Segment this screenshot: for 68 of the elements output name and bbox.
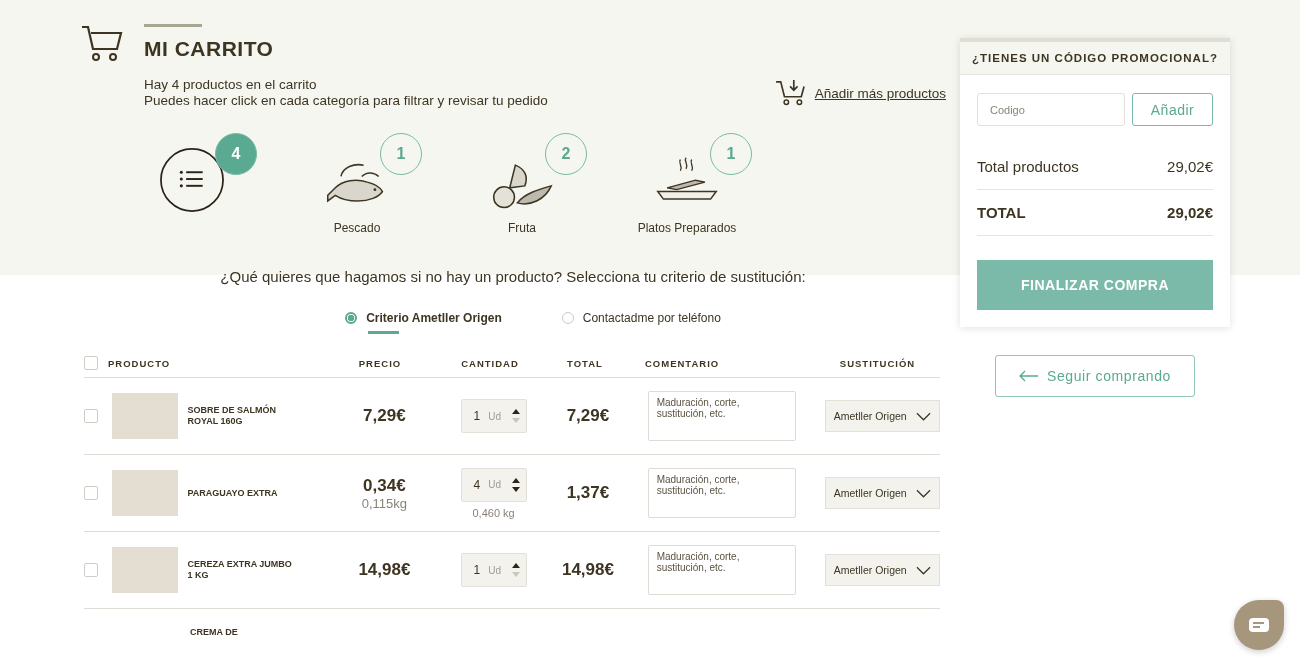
list-icon[interactable]: [159, 147, 225, 213]
row-checkbox[interactable]: [84, 486, 98, 500]
decrement-icon[interactable]: [511, 486, 520, 492]
column-header: TOTAL: [566, 357, 604, 369]
quantity-field[interactable]: 1 Ud: [460, 399, 527, 433]
chat-icon: [1249, 618, 1269, 632]
cart-download-icon: [774, 79, 807, 107]
page-title: MI CARRITO: [144, 37, 275, 61]
product-name[interactable]: SOBRE DE SALMÓN ROYAL 160G: [187, 405, 294, 427]
column-header: PRECIO: [357, 357, 403, 369]
comment-field[interactable]: Maduración, corte, sustitución, etc.: [647, 391, 796, 441]
category-count-badge: 4: [215, 133, 257, 175]
substitution-option[interactable]: Contactadme por teléfono: [561, 311, 721, 334]
chevron-down-icon: [916, 565, 931, 575]
chevron-down-icon: [916, 488, 931, 498]
promo-code-field[interactable]: Codigo: [977, 93, 1125, 126]
select-all-checkbox[interactable]: [84, 356, 98, 370]
category-label[interactable]: Platos Preparados: [637, 221, 737, 235]
cart-summary: Hay 4 productos en el carrito: [144, 77, 318, 93]
photo-placeholder: [112, 393, 178, 439]
quantity-field[interactable]: 1 Ud: [460, 553, 527, 587]
product-price: 14,98€: [358, 560, 411, 580]
row-total: 7,29€: [565, 406, 611, 426]
unit-weight: 0,115kg: [361, 495, 407, 511]
increment-icon[interactable]: [511, 409, 520, 414]
substitution-dropdown[interactable]: Ametller Origen: [824, 477, 940, 509]
row-checkbox[interactable]: [84, 563, 98, 577]
substitution-option[interactable]: Criterio Ametller Origen: [345, 311, 502, 334]
chevron-down-icon: [916, 411, 931, 421]
photo-placeholder: [112, 470, 178, 516]
category-count-badge: 2: [545, 133, 587, 175]
chat-button[interactable]: [1234, 600, 1284, 650]
promo-title: ¿TIENES UN CÓDIGO PROMOCIONAL?: [960, 42, 1230, 75]
subtotal-value: 29,02€: [1167, 158, 1213, 175]
category-label[interactable]: Pescado: [333, 221, 381, 235]
product-name[interactable]: CEREZA EXTRA JUMBO 1 KG: [187, 559, 294, 581]
quantity-field[interactable]: 4 Ud: [460, 467, 527, 502]
product-name[interactable]: CREMA DE: [190, 627, 238, 637]
product-price: 7,29€: [363, 406, 406, 426]
column-header: COMENTARIO: [644, 357, 721, 369]
add-more-products-link[interactable]: Añadir más productos: [814, 85, 946, 101]
subtotal-label: Total productos: [977, 158, 1079, 175]
increment-icon[interactable]: [511, 563, 520, 568]
arrow-left-icon: [1019, 370, 1039, 382]
total-label: TOTAL: [977, 204, 1026, 221]
category-count-badge: 1: [710, 133, 752, 175]
category-label[interactable]: Fruta: [508, 221, 536, 235]
total-value: 29,02€: [1167, 204, 1213, 221]
column-header: CANTIDAD: [460, 357, 520, 369]
product-name[interactable]: PARAGUAYO EXTRA: [187, 487, 294, 499]
comment-field[interactable]: Maduración, corte, sustitución, etc.: [647, 545, 796, 595]
increment-icon[interactable]: [511, 477, 520, 483]
category-count-badge: 1: [380, 133, 422, 175]
substitution-question: ¿Qué quieres que hagamos si no hay un producto? Selecciona tu criterio de sustitución:: [219, 268, 807, 285]
product-price: 0,34€: [363, 475, 406, 496]
row-total: 1,37€: [565, 483, 611, 503]
row-total: 14,98€: [560, 560, 615, 580]
column-header: SUSTITUCIÓN: [838, 357, 917, 369]
substitution-dropdown[interactable]: Ametller Origen: [824, 554, 940, 586]
photo-placeholder: [112, 547, 178, 593]
quantity-weight: 0,460 kg: [472, 506, 515, 519]
filter-hint: Puedes hacer click en cada categoría para filtrar y revisar tu pedido: [144, 93, 548, 109]
radio-button[interactable]: [345, 312, 358, 324]
cart-icon: [80, 24, 124, 64]
column-header: PRODUCTO: [108, 357, 172, 369]
substitution-dropdown[interactable]: Ametller Origen: [824, 400, 940, 432]
row-checkbox[interactable]: [84, 409, 98, 423]
comment-field[interactable]: Maduración, corte, sustitución, etc.: [647, 468, 796, 518]
